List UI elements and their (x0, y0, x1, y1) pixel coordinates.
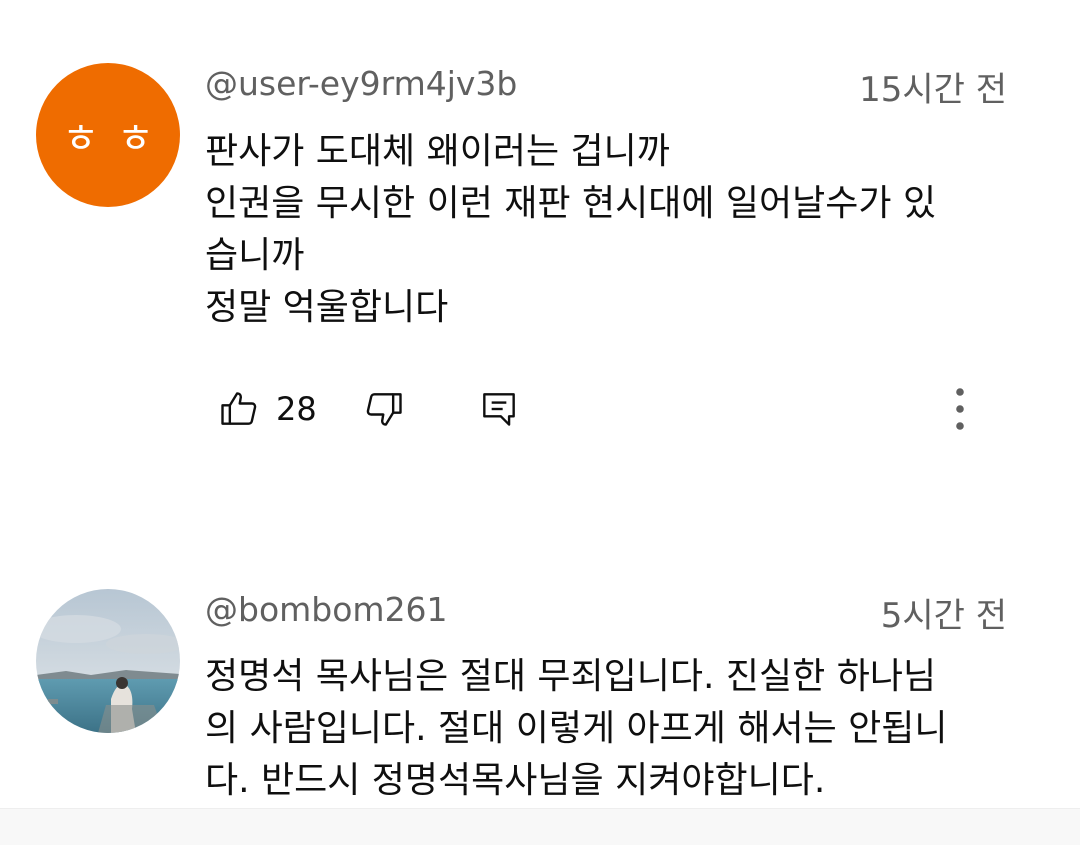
comment-timestamp: 15시간 전 (859, 70, 1007, 110)
thumbs-up-icon (221, 392, 257, 425)
more-actions-button[interactable] (936, 385, 984, 433)
avatar-initials: ㅎㅎ (62, 116, 172, 162)
comment-text-line: 습니까 (205, 235, 305, 276)
comment-item: ㅎㅎ @user-ey9rm4jv3b 15시간 전 판사가 도대체 왜이러는 … (0, 0, 1080, 520)
reply-button[interactable] (475, 385, 523, 433)
comment-text: 정명석 목사님은 절대 무죄입니다. 진실한 하나님 의 사람입니다. 절대 이… (205, 651, 948, 807)
comment-timestamp: 5시간 전 (880, 596, 1007, 636)
avatar[interactable]: ㅎㅎ (36, 63, 180, 207)
more-vertical-icon (956, 388, 964, 430)
bottom-panel-edge (0, 808, 1080, 845)
comment-text-line: 의 사람입니다. 절대 이렇게 아프게 해서는 안됩니 (205, 708, 948, 749)
avatar-photo-image (36, 589, 180, 733)
comments-page: ㅎㅎ @user-ey9rm4jv3b 15시간 전 판사가 도대체 왜이러는 … (0, 0, 1080, 845)
comment-author-handle[interactable]: @bombom261 (205, 590, 448, 630)
thumbs-down-icon (366, 393, 402, 426)
like-button[interactable] (215, 385, 263, 433)
comment-item: @bombom261 5시간 전 정명석 목사님은 절대 무죄입니다. 진실한 … (0, 560, 1080, 805)
comment-actions: 28 (0, 385, 1080, 435)
comment-author-handle[interactable]: @user-ey9rm4jv3b (205, 64, 517, 104)
comment-text-line: 인권을 무시한 이런 재판 현시대에 일어날수가 있 (205, 183, 937, 224)
reply-comment-icon (483, 393, 515, 426)
dislike-button[interactable] (360, 385, 408, 433)
comment-text-line: 정명석 목사님은 절대 무죄입니다. 진실한 하나님 (205, 656, 937, 697)
avatar[interactable] (36, 589, 180, 733)
comment-text-line: 다. 반드시 정명석목사님을 지켜야합니다. (205, 760, 826, 801)
like-count: 28 (276, 390, 317, 428)
comment-text: 판사가 도대체 왜이러는 겁니까 인권을 무시한 이런 재판 현시대에 일어날수… (205, 126, 936, 334)
comment-text-line: 판사가 도대체 왜이러는 겁니까 (205, 131, 670, 172)
comment-text-line: 정말 억울합니다 (205, 287, 449, 328)
